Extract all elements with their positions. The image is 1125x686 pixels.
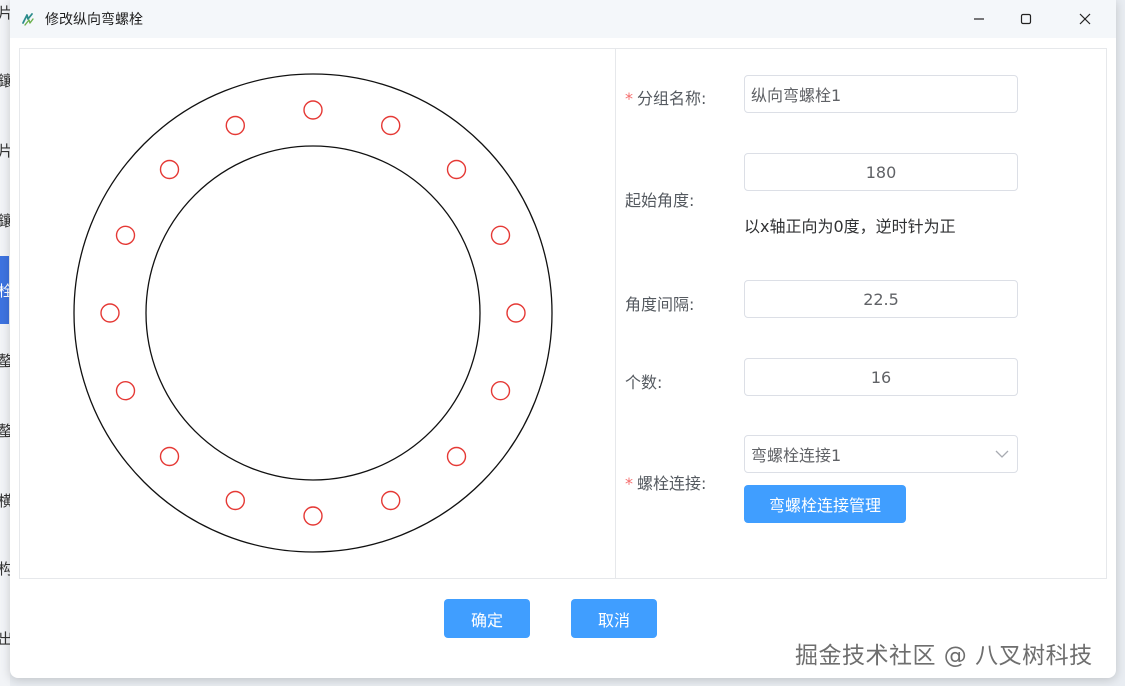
bolt-hole — [490, 381, 511, 401]
bolt-hole — [115, 381, 136, 401]
confirm-button[interactable]: 确定 — [444, 599, 530, 638]
bolt-hole — [159, 159, 180, 180]
angle-interval-label: 角度间隔: — [625, 295, 695, 314]
window-title: 修改纵向弯螺栓 — [45, 12, 143, 28]
group-name-label-text: 分组名称: — [637, 89, 707, 108]
start-angle-hint: 以x轴正向为0度，逆时针为正 — [744, 217, 956, 236]
count-label: 个数: — [625, 373, 663, 392]
bolt-hole — [303, 506, 323, 526]
group-name-label: * 分组名称: — [625, 85, 706, 109]
maximize-button[interactable] — [1003, 0, 1049, 38]
count-input[interactable]: 16 — [744, 358, 1018, 396]
close-button[interactable] — [1062, 0, 1108, 38]
bolt-connection-manage-button[interactable]: 弯螺栓连接管理 — [744, 485, 906, 523]
background-app-sidebar: 片 鑲 片 鑲 栓 螯 螯 横 构 出 — [0, 0, 13, 686]
bolt-layout-drawing — [73, 73, 553, 553]
bolt-hole — [159, 446, 180, 467]
chevron-down-icon — [995, 450, 1009, 458]
title-bar[interactable]: 修改纵向弯螺栓 — [10, 0, 1116, 38]
bolt-hole — [225, 115, 246, 136]
bolt-hole — [115, 225, 136, 246]
minimize-icon — [974, 18, 984, 20]
app-logo-icon — [22, 13, 34, 26]
bolt-connection-value: 弯螺栓连接1 — [751, 446, 842, 465]
group-name-input[interactable]: 纵向弯螺栓1 — [744, 75, 1018, 113]
bolt-connection-select[interactable]: 弯螺栓连接1 — [744, 435, 1018, 473]
watermark-text: 掘金技术社区 @ 八叉树科技 — [795, 643, 1093, 669]
bolt-hole — [381, 115, 401, 136]
required-mark: * — [625, 474, 633, 493]
cancel-button[interactable]: 取消 — [571, 599, 657, 638]
angle-interval-input[interactable]: 22.5 — [744, 280, 1018, 318]
bolt-hole — [100, 303, 120, 323]
bolt-hole — [225, 490, 246, 511]
bolt-hole — [303, 100, 323, 120]
content-panel: * 分组名称: 纵向弯螺栓1 起始角度: 180 以x轴正向为0度，逆时针为正 角… — [19, 48, 1107, 579]
minimize-button[interactable] — [956, 0, 1002, 38]
start-angle-input[interactable]: 180 — [744, 153, 1018, 191]
required-mark: * — [625, 89, 633, 108]
bolt-hole — [381, 490, 401, 511]
count-value: 16 — [870, 367, 892, 387]
bolt-group — [100, 100, 526, 526]
start-angle-label: 起始角度: — [625, 191, 695, 210]
bolt-hole — [446, 446, 467, 467]
group-name-value: 纵向弯螺栓1 — [751, 86, 842, 105]
dialog-window: 修改纵向弯螺栓 * 分组名称: 纵向弯螺栓1 起始角度: 180 以x轴正向为0… — [10, 0, 1116, 678]
start-angle-value: 180 — [865, 162, 897, 182]
angle-interval-value: 22.5 — [863, 289, 899, 309]
close-icon — [1079, 13, 1091, 25]
inner-ring — [145, 145, 481, 481]
bolt-connection-label-text: 螺栓连接: — [637, 474, 707, 493]
bolt-hole — [490, 225, 511, 246]
bolt-hole — [506, 303, 526, 323]
bolt-connection-label: * 螺栓连接: — [625, 470, 706, 494]
panel-divider — [615, 49, 616, 578]
bolt-hole — [446, 159, 467, 180]
maximize-icon — [1020, 13, 1032, 25]
